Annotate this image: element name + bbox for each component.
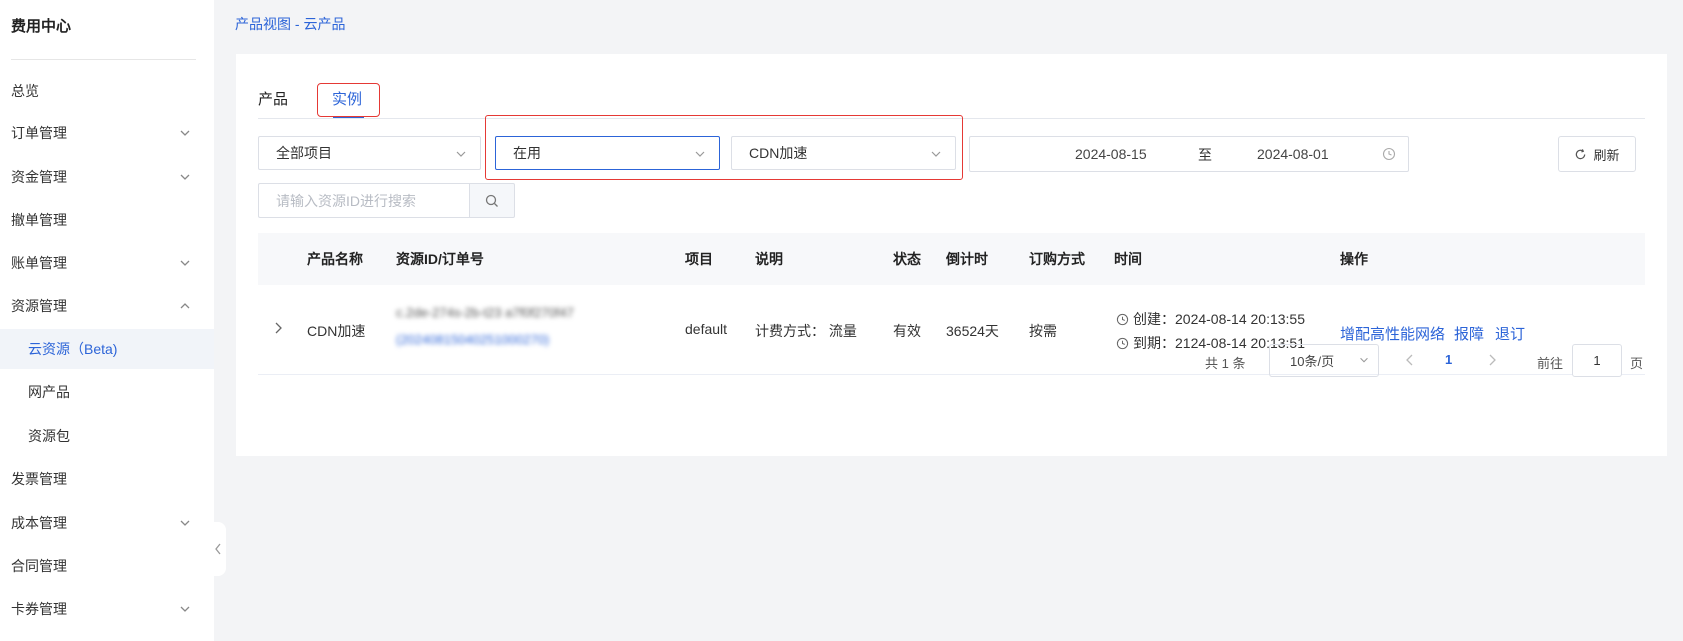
column-header-description: 说明 xyxy=(755,251,783,267)
sidebar-item-label: 账单管理 xyxy=(11,255,67,271)
sidebar-item-label: 资源管理 xyxy=(11,298,67,314)
goto-page-input[interactable] xyxy=(1572,344,1622,377)
sidebar-item-label: 订单管理 xyxy=(11,125,67,141)
column-header-order-type: 订购方式 xyxy=(1029,251,1085,267)
sidebar-item-costs[interactable]: 成本管理 xyxy=(0,503,214,543)
sidebar-item-label: 合同管理 xyxy=(11,558,67,574)
column-header-status: 状态 xyxy=(893,251,921,267)
sidebar-item-label: 成本管理 xyxy=(11,515,67,531)
chevron-right-icon[interactable] xyxy=(270,320,286,336)
resource-search-input[interactable] xyxy=(258,183,469,218)
column-header-project: 项目 xyxy=(685,251,713,267)
chevron-down-icon xyxy=(1360,357,1368,363)
sidebar-item-label: 卡券管理 xyxy=(11,601,67,617)
cell-order-type: 按需 xyxy=(1029,323,1057,339)
breadcrumb[interactable]: 产品视图 - 云产品 xyxy=(235,14,345,34)
sidebar-item-overview[interactable]: 总览 xyxy=(0,71,214,111)
sidebar-item-label: 资金管理 xyxy=(11,169,67,185)
cell-project: default xyxy=(685,321,728,337)
sidebar-divider xyxy=(11,59,196,60)
column-header-resource-id: 资源ID/订单号 xyxy=(396,251,484,267)
sidebar-item-network-products[interactable]: 网产品 xyxy=(0,372,214,412)
date-end-input[interactable]: 2024-08-01 xyxy=(1257,146,1329,162)
sidebar-item-label: 总览 xyxy=(11,83,39,99)
sidebar-item-cloud-resources[interactable]: 云资源（Beta) xyxy=(0,329,214,369)
column-header-product: 产品名称 xyxy=(307,251,363,267)
report-issue-link[interactable]: 报障 xyxy=(1454,323,1484,344)
sidebar-item-label: 网产品 xyxy=(28,384,70,400)
upgrade-network-link[interactable]: 增配高性能网络 xyxy=(1340,323,1445,344)
sidebar-item-label: 资源包 xyxy=(28,428,70,444)
clock-icon xyxy=(1382,147,1396,161)
chevron-down-icon xyxy=(180,174,190,180)
unsubscribe-link[interactable]: 退订 xyxy=(1495,323,1525,344)
sidebar-item-label: 发票管理 xyxy=(11,471,67,487)
page-suffix-label: 页 xyxy=(1630,356,1644,371)
date-start-input[interactable]: 2024-08-15 xyxy=(1075,146,1147,162)
chevron-down-icon xyxy=(180,520,190,526)
pagination-total: 共 1 条 xyxy=(1205,356,1246,371)
date-range-picker[interactable]: 2024-08-15 至 2024-08-01 xyxy=(969,136,1409,172)
table-row: CDN加速 c.2de-274s-2b-t23 a7f0f270f47 (202… xyxy=(258,285,1645,375)
column-header-actions: 操作 xyxy=(1340,251,1368,267)
search-icon xyxy=(485,194,498,207)
sidebar-item-cancellations[interactable]: 撤单管理 xyxy=(0,200,214,240)
refresh-icon xyxy=(1576,148,1586,159)
sidebar-item-coupons[interactable]: 卡券管理 xyxy=(0,589,214,629)
sidebar-item-funds[interactable]: 资金管理 xyxy=(0,157,214,197)
date-range-separator: 至 xyxy=(1198,147,1212,163)
chevron-down-icon xyxy=(180,130,190,136)
sidebar-item-contracts[interactable]: 合同管理 xyxy=(0,546,214,586)
sidebar: 费用中心 总览 订单管理 资金管理 撤单管理 账单管理 资源管理 云资源（Bet… xyxy=(0,0,214,641)
goto-label: 前往 xyxy=(1537,356,1564,371)
created-time-text: 创建：2024-08-14 20:13:55 xyxy=(1133,311,1305,327)
project-select-value: 全部项目 xyxy=(276,145,332,161)
page-number-current[interactable]: 1 xyxy=(1445,352,1452,367)
highlight-box-filters xyxy=(485,115,963,180)
cell-resource-id: c.2de-274s-2b-t23 a7f0f270f47 xyxy=(396,305,574,320)
sidebar-item-label: 撤单管理 xyxy=(11,212,67,228)
cell-created-time: 创建：2024-08-14 20:13:55 xyxy=(1116,309,1305,329)
sidebar-collapse-button[interactable] xyxy=(210,522,226,576)
chevron-down-icon xyxy=(180,606,190,612)
tab-products[interactable]: 产品 xyxy=(258,88,288,109)
search-button[interactable] xyxy=(469,183,515,218)
main-card: 产品 实例 全部项目 在用 CDN加速 2024-08-15 至 2024-08… xyxy=(236,54,1667,456)
cell-description: 计费方式： 流量 xyxy=(755,323,857,339)
chevron-down-icon xyxy=(456,151,466,157)
sidebar-item-resource-packs[interactable]: 资源包 xyxy=(0,416,214,456)
previous-page-button[interactable] xyxy=(1402,352,1418,368)
sidebar-item-orders[interactable]: 订单管理 xyxy=(0,113,214,153)
clock-icon xyxy=(1116,313,1129,325)
sidebar-item-invoices[interactable]: 发票管理 xyxy=(0,459,214,499)
chevron-left-icon xyxy=(215,543,221,555)
table-header: 产品名称 资源ID/订单号 项目 说明 状态 倒计时 订购方式 时间 操作 xyxy=(258,233,1645,285)
next-page-button[interactable] xyxy=(1484,352,1500,368)
page-size-select[interactable]: 10条/页 xyxy=(1269,344,1379,377)
column-header-time: 时间 xyxy=(1114,251,1142,267)
chevron-up-icon xyxy=(180,303,190,309)
cell-countdown: 36524天 xyxy=(946,323,999,339)
sidebar-item-bills[interactable]: 账单管理 xyxy=(0,243,214,283)
cell-status: 有效 xyxy=(893,323,921,339)
project-select[interactable]: 全部项目 xyxy=(258,136,481,170)
page-size-value: 10条/页 xyxy=(1290,354,1335,369)
clock-icon xyxy=(1116,337,1129,349)
column-header-countdown: 倒计时 xyxy=(946,251,988,267)
sidebar-title: 费用中心 xyxy=(11,18,72,35)
cell-order-number-link[interactable]: (20240815040251000270) xyxy=(396,332,549,347)
refresh-button-label: 刷新 xyxy=(1593,147,1620,163)
chevron-down-icon xyxy=(180,260,190,266)
refresh-button[interactable]: 刷新 xyxy=(1558,136,1636,172)
sidebar-item-resources[interactable]: 资源管理 xyxy=(0,286,214,326)
cell-product: CDN加速 xyxy=(307,323,366,339)
sidebar-item-label: 云资源（Beta) xyxy=(28,341,118,357)
highlight-box-tab xyxy=(317,83,380,117)
